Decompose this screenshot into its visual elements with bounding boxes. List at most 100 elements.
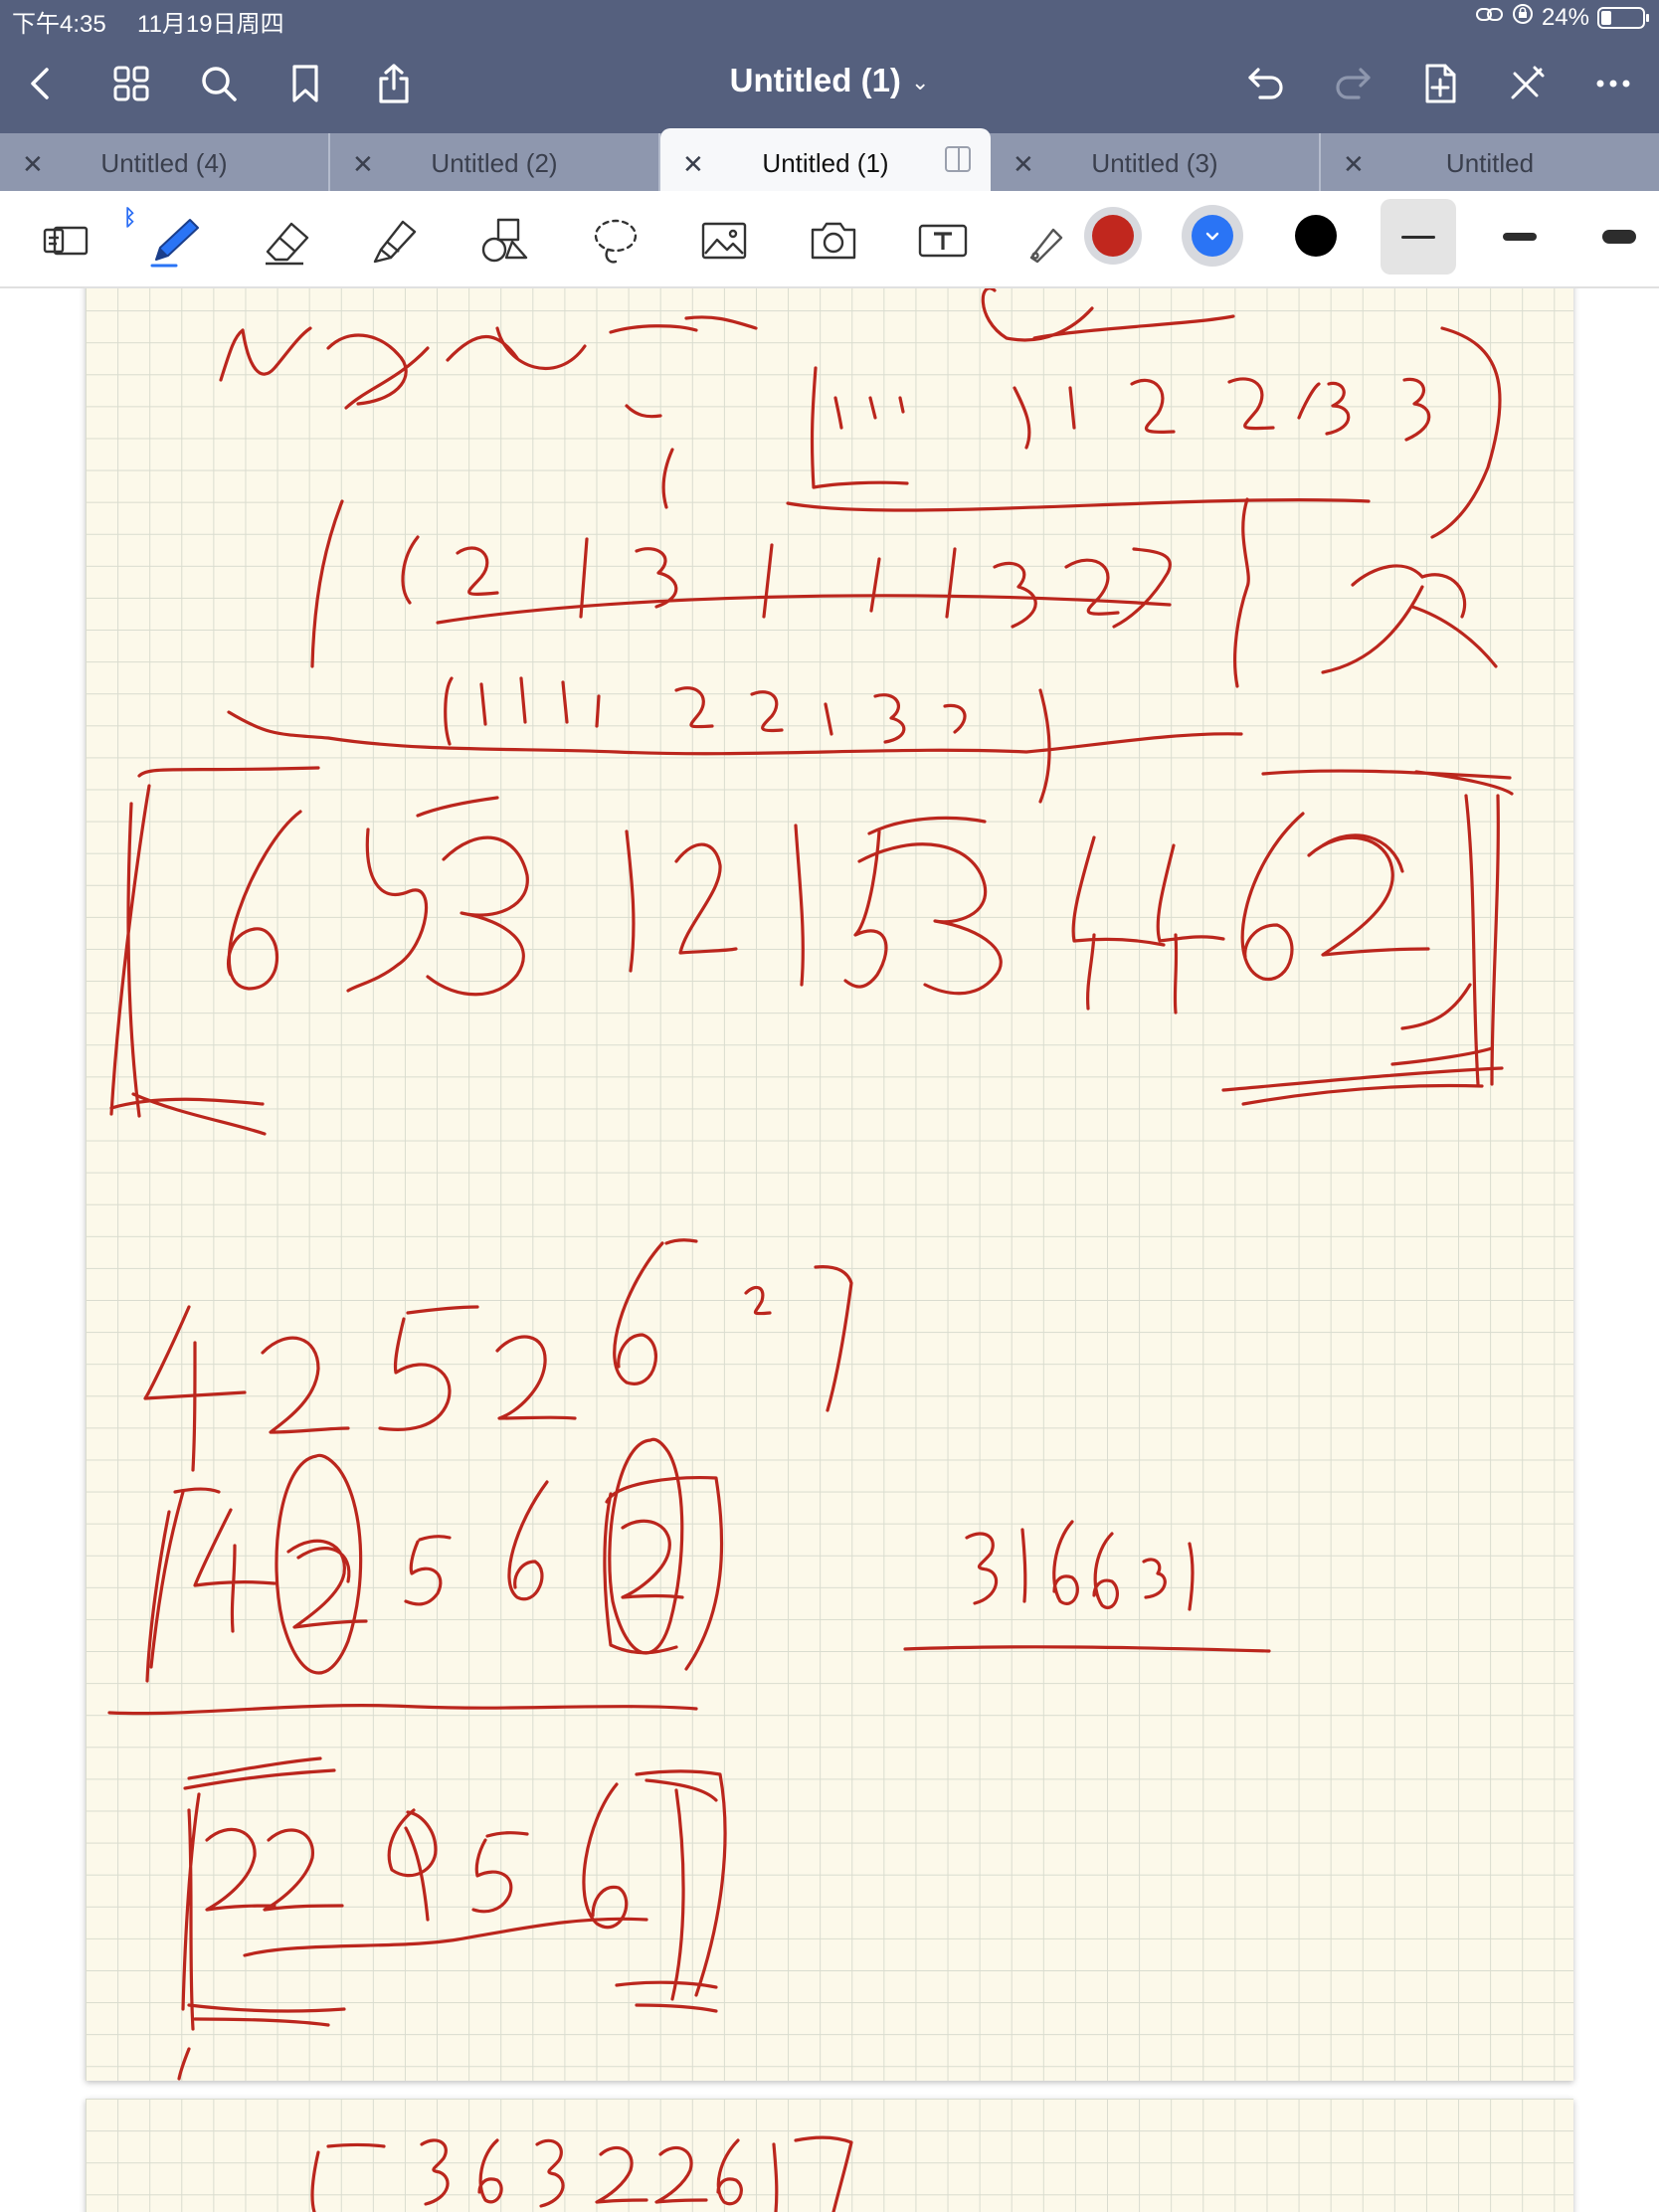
ink-stroke bbox=[109, 1092, 267, 1136]
ink-stroke bbox=[326, 333, 430, 410]
ink-stroke bbox=[109, 766, 320, 1118]
shapes-tool-icon[interactable] bbox=[473, 209, 537, 273]
stroke-medium-option[interactable] bbox=[1482, 199, 1558, 275]
ink-stroke bbox=[378, 1305, 479, 1431]
ink-stroke bbox=[772, 2135, 853, 2212]
highlighter-tool-icon[interactable] bbox=[364, 209, 428, 273]
tab-label: Untitled (2) bbox=[431, 148, 558, 178]
status-indicators: 24% bbox=[1475, 3, 1649, 32]
ink-stroke bbox=[1321, 564, 1498, 674]
ink-stroke bbox=[436, 594, 1172, 625]
more-icon[interactable] bbox=[1585, 56, 1641, 111]
status-time: 下午4:35 bbox=[12, 11, 106, 38]
ink-stroke bbox=[582, 1782, 629, 1930]
ink-stroke bbox=[310, 2142, 386, 2212]
color-swatch-black[interactable] bbox=[1295, 215, 1337, 257]
ink-stroke bbox=[615, 1980, 718, 2013]
ink-stroke bbox=[1227, 377, 1351, 436]
stroke-thick-option[interactable] bbox=[1581, 199, 1657, 275]
ink-stroke bbox=[107, 1704, 698, 1716]
ink-stroke bbox=[716, 2138, 743, 2206]
tab-untitled-1[interactable]: ✕ Untitled (1) bbox=[660, 128, 991, 191]
ink-stroke bbox=[1013, 378, 1176, 450]
ink-stroke bbox=[471, 1831, 529, 1914]
tab-untitled-4[interactable]: ✕ Untitled (4) bbox=[0, 133, 330, 191]
ink-stroke bbox=[613, 1238, 698, 1385]
color-swatch-red[interactable] bbox=[1092, 215, 1134, 257]
ink-stroke bbox=[965, 1532, 999, 1605]
ink-stroke bbox=[635, 1769, 727, 2001]
text-tool-icon[interactable] bbox=[911, 209, 975, 273]
battery-percent: 24% bbox=[1541, 3, 1589, 31]
top-bar: 下午4:35 11月19日周四 24% Untitled (1) ⌄ bbox=[0, 0, 1659, 133]
ink-stroke bbox=[1188, 1542, 1195, 1611]
ink-stroke bbox=[219, 326, 312, 382]
redo-icon[interactable] bbox=[1325, 56, 1381, 111]
split-view-icon[interactable] bbox=[945, 146, 971, 172]
ink-stroke bbox=[404, 1535, 452, 1606]
ink-stroke bbox=[1307, 833, 1430, 957]
ink-stroke bbox=[1430, 326, 1502, 539]
ink-stroke bbox=[1240, 812, 1305, 981]
ink-stroke bbox=[507, 1480, 549, 1601]
tab-untitled[interactable]: ✕ Untitled bbox=[1321, 133, 1659, 191]
ink-stroke bbox=[177, 2003, 346, 2081]
ink-stroke bbox=[595, 2145, 708, 2204]
ink-stroke bbox=[674, 686, 784, 733]
camera-tool-icon[interactable] bbox=[802, 209, 865, 273]
stroke-thin-option[interactable] bbox=[1381, 199, 1456, 275]
ink-stroke bbox=[227, 810, 302, 991]
pen-off-icon[interactable] bbox=[1499, 56, 1555, 111]
laser-pointer-icon[interactable] bbox=[1011, 209, 1074, 273]
tab-bar: ✕ Untitled (4) ✕ Untitled (2) ✕ Untitled… bbox=[0, 128, 1659, 191]
ink-stroke bbox=[426, 835, 529, 997]
ink-stroke bbox=[1112, 547, 1172, 629]
color-swatch-blue[interactable] bbox=[1192, 215, 1233, 257]
undo-icon[interactable] bbox=[1238, 56, 1294, 111]
ink-stroke bbox=[824, 693, 967, 744]
ink-stroke bbox=[625, 830, 636, 973]
ink-stroke bbox=[1221, 1046, 1504, 1106]
ink-stroke bbox=[495, 1335, 577, 1420]
handwriting-layer[interactable] bbox=[0, 288, 1659, 2212]
rotation-lock-icon bbox=[1512, 3, 1534, 32]
ink-stroke bbox=[762, 543, 957, 619]
note-canvas[interactable] bbox=[0, 288, 1659, 2212]
ink-stroke bbox=[535, 2138, 565, 2208]
ink-stroke bbox=[1020, 1528, 1027, 1603]
page-tool-icon[interactable] bbox=[34, 209, 97, 273]
ink-stroke bbox=[181, 1756, 336, 2031]
ink-stroke bbox=[621, 1519, 684, 1599]
ink-stroke bbox=[477, 2138, 503, 2204]
ink-stroke bbox=[1156, 843, 1225, 1014]
chevron-down-icon bbox=[1205, 232, 1219, 241]
ink-stroke bbox=[401, 535, 499, 605]
ink-stroke bbox=[1402, 377, 1431, 442]
ink-stroke bbox=[346, 796, 499, 993]
ink-stroke bbox=[744, 1285, 772, 1316]
ink-stroke bbox=[1071, 835, 1166, 1011]
lasso-tool-icon[interactable] bbox=[583, 209, 646, 273]
tab-untitled-3[interactable]: ✕ Untitled (3) bbox=[991, 133, 1321, 191]
ink-stroke bbox=[310, 499, 344, 668]
ink-stroke bbox=[193, 1508, 276, 1633]
ink-stroke bbox=[810, 366, 909, 489]
ink-stroke bbox=[661, 448, 674, 509]
ink-stroke bbox=[243, 1917, 648, 1957]
add-page-icon[interactable] bbox=[1412, 56, 1468, 111]
ink-stroke bbox=[1052, 1520, 1079, 1605]
tab-label: Untitled bbox=[1445, 148, 1535, 178]
document-title[interactable]: Untitled (1) ⌄ bbox=[0, 62, 1659, 99]
eraser-tool-icon[interactable] bbox=[257, 209, 320, 273]
image-tool-icon[interactable] bbox=[692, 209, 756, 273]
pen-tool-icon[interactable] bbox=[143, 209, 207, 273]
ink-stroke bbox=[903, 1645, 1271, 1653]
ink-stroke bbox=[1092, 1532, 1119, 1609]
ink-stroke bbox=[420, 2138, 450, 2206]
ink-stroke bbox=[446, 326, 587, 370]
ink-stroke bbox=[1142, 1558, 1167, 1599]
tab-untitled-2[interactable]: ✕ Untitled (2) bbox=[330, 133, 660, 191]
ink-stroke bbox=[261, 1336, 350, 1434]
battery-icon bbox=[1597, 6, 1649, 29]
ink-stroke bbox=[143, 1305, 247, 1472]
